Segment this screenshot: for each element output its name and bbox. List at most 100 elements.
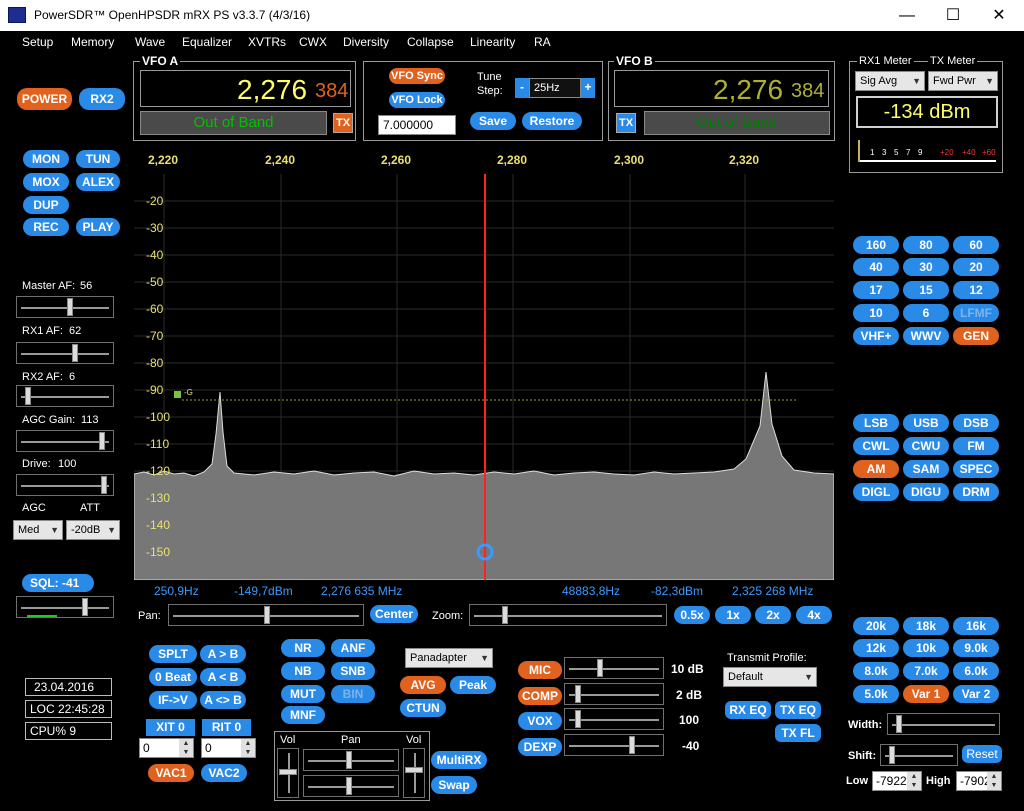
agc-gain-slider[interactable] bbox=[16, 430, 114, 452]
tx-eq-button[interactable]: TX EQ bbox=[775, 701, 821, 719]
mode-fm-button[interactable]: FM bbox=[953, 437, 999, 455]
dexp-button[interactable]: DEXP bbox=[518, 738, 562, 756]
zoom-slider[interactable] bbox=[469, 604, 667, 626]
filter-7k-button[interactable]: 7.0k bbox=[903, 662, 949, 680]
rx2-pan-slider[interactable] bbox=[303, 775, 399, 797]
band-40-button[interactable]: 40 bbox=[853, 258, 899, 276]
tune-step-plus-button[interactable]: + bbox=[581, 78, 595, 98]
filter-low-input[interactable]: -7922 ▲ ▼ bbox=[872, 771, 922, 791]
swap-button[interactable]: Swap bbox=[431, 776, 477, 794]
tune-step-minus-button[interactable]: - bbox=[515, 78, 529, 98]
filter-var1-button[interactable]: Var 1 bbox=[903, 685, 949, 703]
rx1-meter-mode-select[interactable]: Sig Avg ▼ bbox=[855, 71, 925, 91]
pan-slider[interactable] bbox=[168, 604, 364, 626]
rec-button[interactable]: REC bbox=[23, 218, 69, 236]
rx2-vol-slider[interactable] bbox=[403, 748, 425, 798]
filter-high-input[interactable]: -7902 ▲ ▼ bbox=[956, 771, 1002, 791]
zoom-0.5x-button[interactable]: 0.5x bbox=[674, 606, 710, 624]
bin-button[interactable]: BIN bbox=[331, 685, 375, 703]
mode-dsb-button[interactable]: DSB bbox=[953, 414, 999, 432]
snb-button[interactable]: SNB bbox=[331, 662, 375, 680]
mode-sam-button[interactable]: SAM bbox=[903, 460, 949, 478]
comp-button[interactable]: COMP bbox=[518, 687, 562, 705]
rx2-af-slider[interactable] bbox=[16, 385, 114, 407]
mut-button[interactable]: MUT bbox=[281, 685, 325, 703]
menu-memory[interactable]: Memory bbox=[71, 35, 114, 49]
maximize-button[interactable]: ☐ bbox=[930, 0, 976, 31]
mode-digl-button[interactable]: DIGL bbox=[853, 483, 899, 501]
agc-select[interactable]: Med ▼ bbox=[13, 520, 63, 540]
rx-eq-button[interactable]: RX EQ bbox=[725, 701, 771, 719]
vfo-b-display[interactable]: 2,276 384 bbox=[614, 70, 829, 107]
mic-button[interactable]: MIC bbox=[518, 661, 562, 679]
rx2-button[interactable]: RX2 bbox=[79, 88, 125, 110]
save-button[interactable]: Save bbox=[470, 112, 516, 130]
frequency-entry-field[interactable]: 7.000000 bbox=[378, 115, 456, 135]
filter-12k-button[interactable]: 12k bbox=[853, 639, 899, 657]
mode-usb-button[interactable]: USB bbox=[903, 414, 949, 432]
filter-10k-button[interactable]: 10k bbox=[903, 639, 949, 657]
vac2-button[interactable]: VAC2 bbox=[201, 764, 247, 782]
mode-drm-button[interactable]: DRM bbox=[953, 483, 999, 501]
filter-18k-button[interactable]: 18k bbox=[903, 617, 949, 635]
band-30-button[interactable]: 30 bbox=[903, 258, 949, 276]
band-gen-button[interactable]: GEN bbox=[953, 327, 999, 345]
multirx-button[interactable]: MultiRX bbox=[431, 751, 487, 769]
a-to-b-button[interactable]: A > B bbox=[200, 645, 246, 663]
band-10-button[interactable]: 10 bbox=[853, 304, 899, 322]
band-60-button[interactable]: 60 bbox=[953, 236, 999, 254]
panadapter-display[interactable]: -G bbox=[134, 174, 834, 580]
xit-value-input[interactable]: 0 ▲ ▼ bbox=[139, 738, 194, 758]
dup-button[interactable]: DUP bbox=[23, 196, 69, 214]
menu-diversity[interactable]: Diversity bbox=[343, 35, 389, 49]
a-swap-b-button[interactable]: A <> B bbox=[200, 691, 246, 709]
menu-xvtrs[interactable]: XVTRs bbox=[248, 35, 286, 49]
transmit-profile-select[interactable]: Default ▼ bbox=[723, 667, 817, 687]
master-af-slider[interactable] bbox=[16, 296, 114, 318]
menu-equalizer[interactable]: Equalizer bbox=[182, 35, 232, 49]
menu-linearity[interactable]: Linearity bbox=[470, 35, 515, 49]
mode-lsb-button[interactable]: LSB bbox=[853, 414, 899, 432]
nb-button[interactable]: NB bbox=[281, 662, 325, 680]
ctun-button[interactable]: CTUN bbox=[400, 699, 446, 717]
xit-button[interactable]: XIT 0 bbox=[146, 719, 195, 736]
menu-ra[interactable]: RA bbox=[534, 35, 551, 49]
filter-var2-button[interactable]: Var 2 bbox=[953, 685, 999, 703]
mon-button[interactable]: MON bbox=[23, 150, 69, 168]
filter-reset-button[interactable]: Reset bbox=[962, 745, 1002, 763]
display-mode-select[interactable]: Panadapter ▼ bbox=[405, 648, 493, 668]
power-button[interactable]: POWER bbox=[17, 88, 72, 110]
rit-value-input[interactable]: 0 ▲ ▼ bbox=[201, 738, 256, 758]
menu-setup[interactable]: Setup bbox=[22, 35, 53, 49]
rx1-pan-slider[interactable] bbox=[303, 749, 399, 771]
mic-gain-slider[interactable] bbox=[564, 657, 664, 679]
drive-slider[interactable] bbox=[16, 474, 114, 496]
close-button[interactable]: ✕ bbox=[976, 0, 1022, 31]
att-select[interactable]: -20dB ▼ bbox=[66, 520, 120, 540]
filter-width-slider[interactable] bbox=[887, 713, 1000, 735]
split-button[interactable]: SPLT bbox=[149, 645, 197, 663]
band-160-button[interactable]: 160 bbox=[853, 236, 899, 254]
vac1-button[interactable]: VAC1 bbox=[148, 764, 194, 782]
mode-am-button[interactable]: AM bbox=[853, 460, 899, 478]
filter-20k-button[interactable]: 20k bbox=[853, 617, 899, 635]
band-wwv-button[interactable]: WWV bbox=[903, 327, 949, 345]
filter-6k-button[interactable]: 6.0k bbox=[953, 662, 999, 680]
avg-button[interactable]: AVG bbox=[400, 676, 446, 694]
vfo-a-tx-button[interactable]: TX bbox=[333, 113, 353, 133]
nr-button[interactable]: NR bbox=[281, 639, 325, 657]
comp-slider[interactable] bbox=[564, 683, 664, 705]
menu-wave[interactable]: Wave bbox=[135, 35, 165, 49]
vfo-a-display[interactable]: 2,276 384 bbox=[140, 70, 351, 107]
if-to-v-button[interactable]: IF->V bbox=[149, 691, 197, 709]
rx1-af-slider[interactable] bbox=[16, 342, 114, 364]
zero-beat-button[interactable]: 0 Beat bbox=[149, 668, 197, 686]
mode-cwu-button[interactable]: CWU bbox=[903, 437, 949, 455]
band-17-button[interactable]: 17 bbox=[853, 281, 899, 299]
alex-button[interactable]: ALEX bbox=[76, 173, 120, 191]
b-to-a-button[interactable]: A < B bbox=[200, 668, 246, 686]
band-12-button[interactable]: 12 bbox=[953, 281, 999, 299]
menu-cwx[interactable]: CWX bbox=[299, 35, 327, 49]
restore-button[interactable]: Restore bbox=[522, 112, 582, 130]
filter-5k-button[interactable]: 5.0k bbox=[853, 685, 899, 703]
